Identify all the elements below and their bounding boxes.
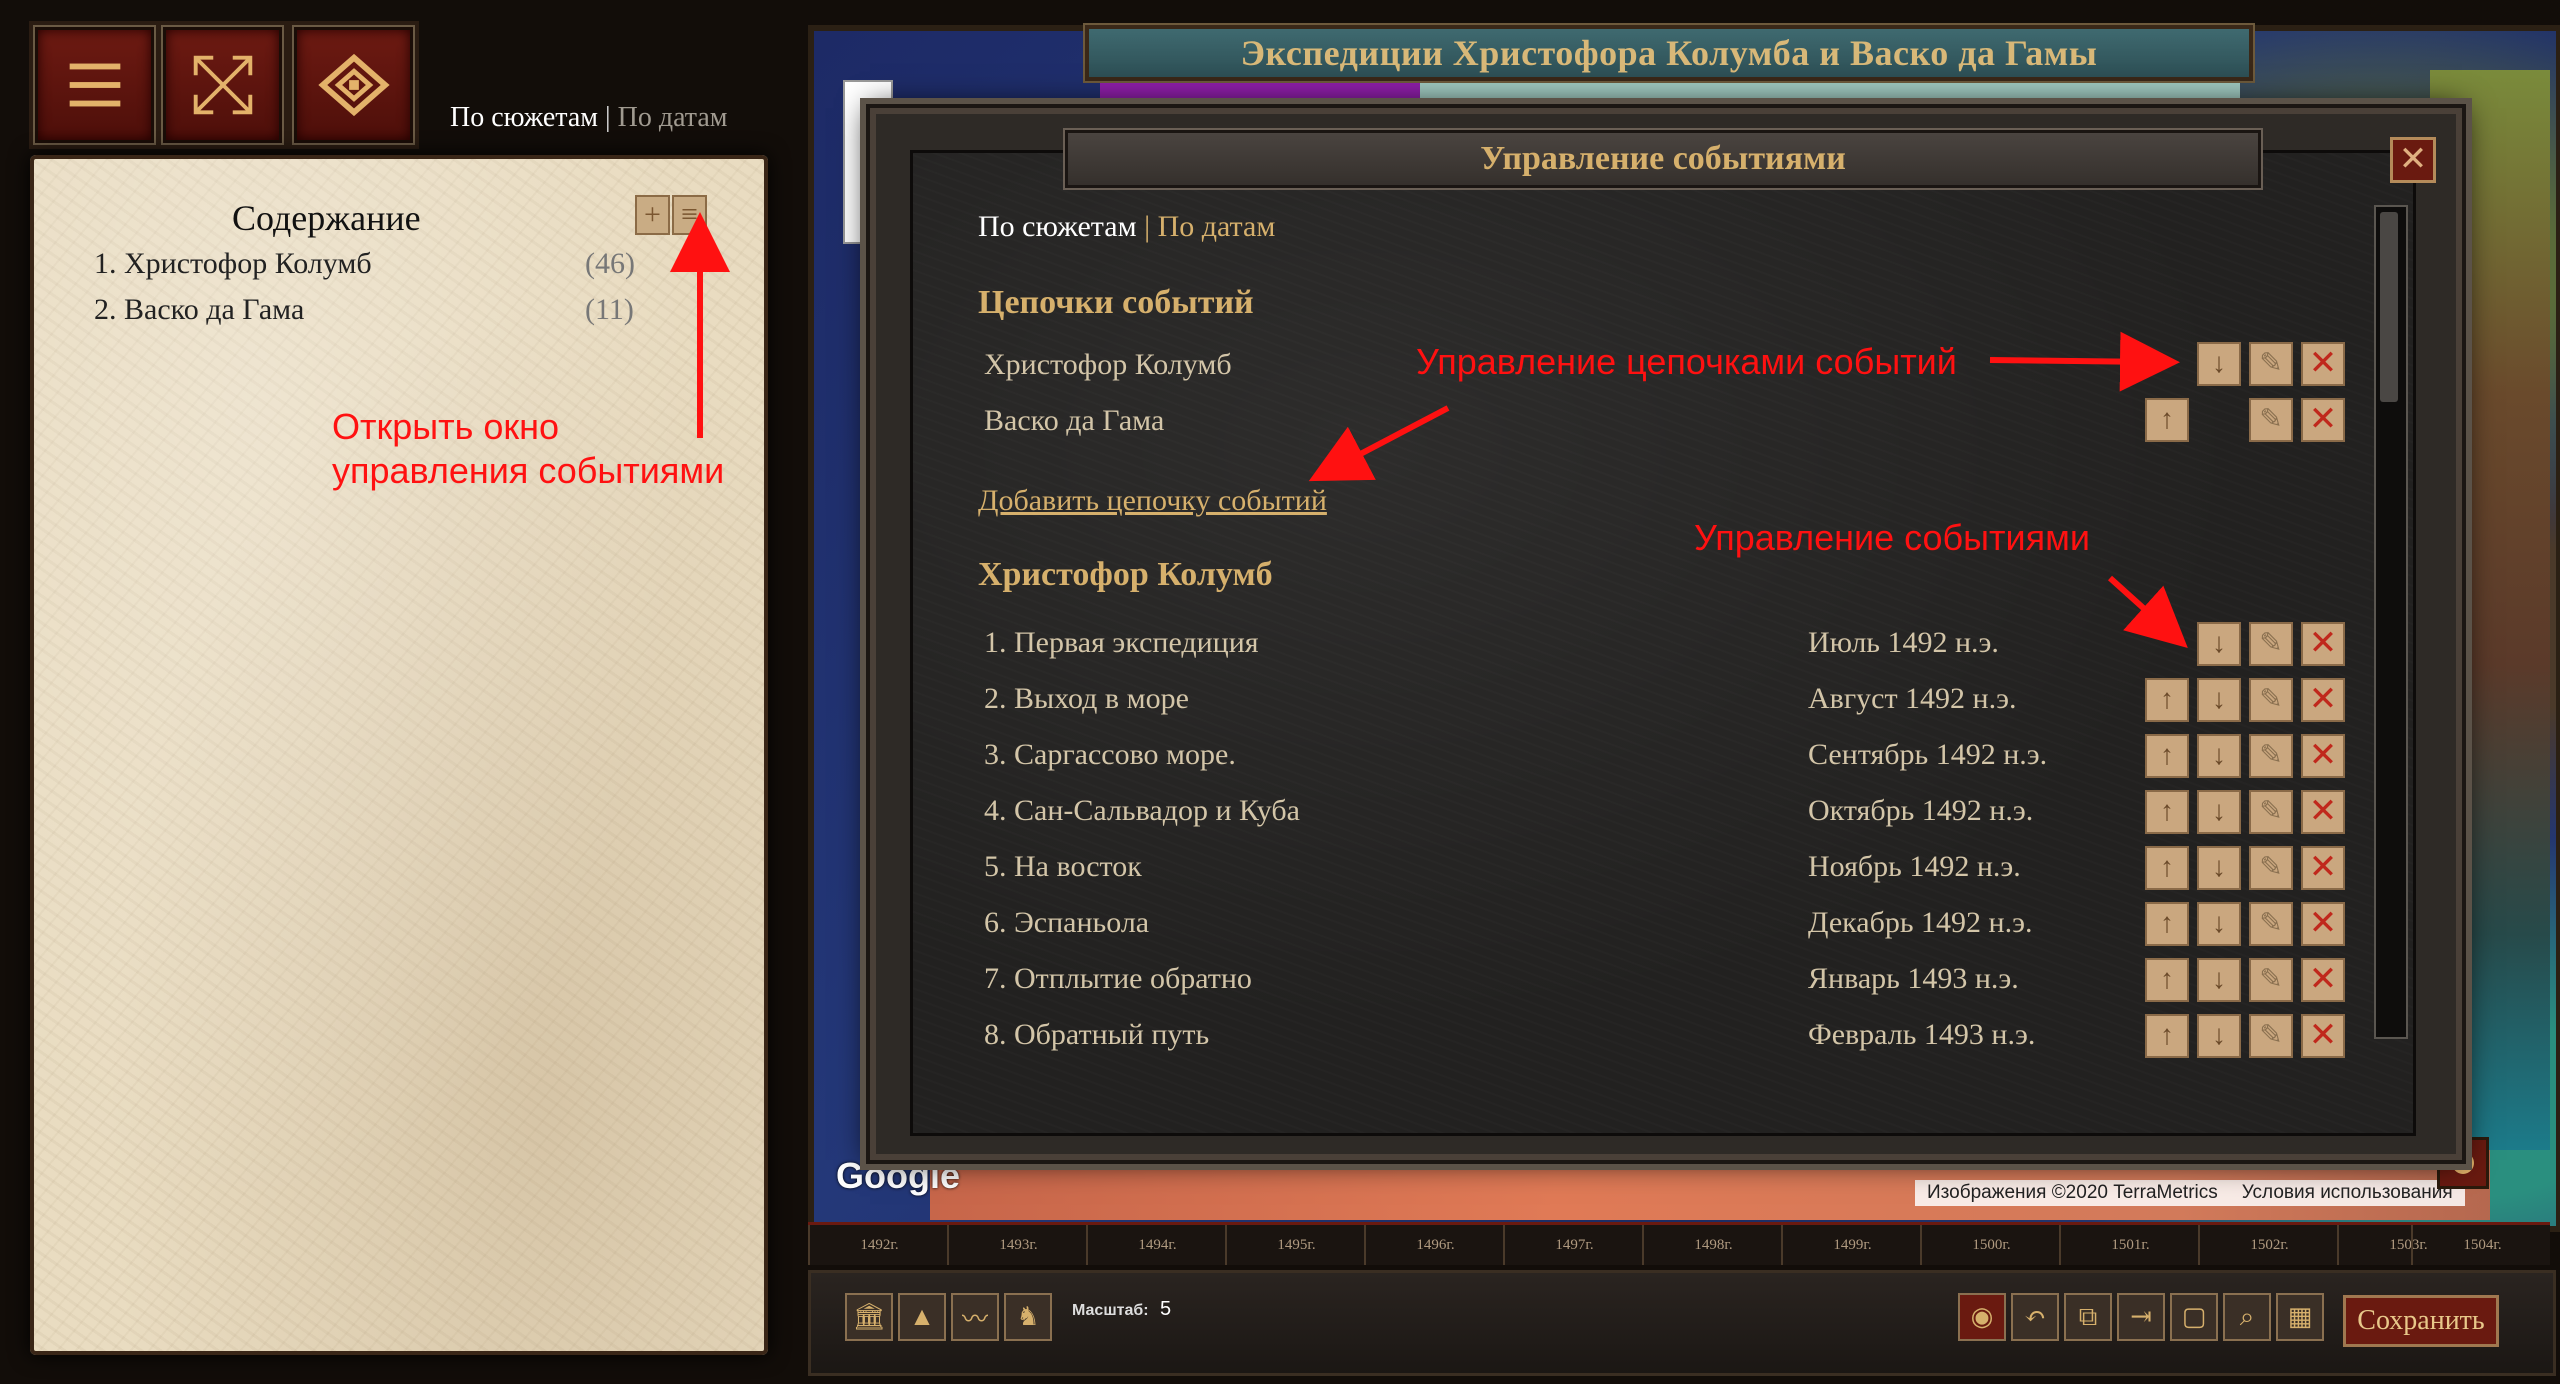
timeline-tick: 1500г.: [1920, 1225, 2061, 1265]
army-button[interactable]: ♞: [1004, 1293, 1052, 1341]
horse-icon: ♞: [1016, 1302, 1040, 1331]
museum-icon: 🏛: [852, 1302, 886, 1331]
frame-icon: ▢: [2181, 1302, 2207, 1331]
export-button[interactable]: ⇥: [2117, 1293, 2165, 1341]
map-layer-button[interactable]: ▲: [898, 1293, 946, 1341]
timeline[interactable]: 1492г. 1493г. 1494г. 1495г. 1496г. 1497г…: [808, 1222, 2550, 1265]
scale-value: 5: [1160, 1298, 1172, 1320]
timeline-tick: 1498г.: [1642, 1225, 1783, 1265]
grid-button[interactable]: ▦: [2276, 1293, 2324, 1341]
timeline-tick: 1493г.: [947, 1225, 1088, 1265]
scale-label: Масштаб:: [1072, 1302, 1149, 1319]
timeline-tick: 1501г.: [2059, 1225, 2200, 1265]
timeline-tick: 1496г.: [1364, 1225, 1505, 1265]
route-button[interactable]: 〰: [951, 1293, 999, 1341]
undo-button[interactable]: ↶: [2011, 1293, 2059, 1341]
timeline-tick: 1499г.: [1781, 1225, 1922, 1265]
grid-icon: ▦: [2287, 1302, 2313, 1331]
copy-icon: ⧉: [2078, 1301, 2098, 1331]
annotation-arrow: [2107, 575, 2188, 649]
annotation-arrow: [1989, 331, 2180, 392]
timeline-tick: 1497г.: [1503, 1225, 1644, 1265]
annotation-arrows: [670, 212, 2188, 649]
frame-button[interactable]: ▢: [2170, 1293, 2218, 1341]
timeline-tick: 1495г.: [1225, 1225, 1366, 1265]
timeline-tick: 1504г.: [2411, 1225, 2552, 1265]
annotation-arrow: [1308, 405, 1450, 482]
target-icon: ◉: [1970, 1302, 1994, 1331]
target-button[interactable]: ◉: [1958, 1293, 2006, 1341]
map-icon: ▲: [909, 1302, 935, 1331]
museum-button[interactable]: 🏛: [845, 1293, 893, 1341]
timeline-tick: 1492г.: [808, 1225, 949, 1265]
save-button[interactable]: Сохранить: [2343, 1295, 2499, 1347]
route-icon: 〰: [961, 1304, 988, 1334]
export-icon: ⇥: [2130, 1302, 2152, 1331]
copy-button[interactable]: ⧉: [2064, 1293, 2112, 1341]
timeline-tick: 1502г.: [2198, 1225, 2339, 1265]
undo-icon: ↶: [2024, 1302, 2046, 1331]
timeline-tick: 1494г.: [1086, 1225, 1227, 1265]
search-button[interactable]: ⌕: [2223, 1293, 2271, 1341]
search-icon: ⌕: [2239, 1301, 2255, 1331]
